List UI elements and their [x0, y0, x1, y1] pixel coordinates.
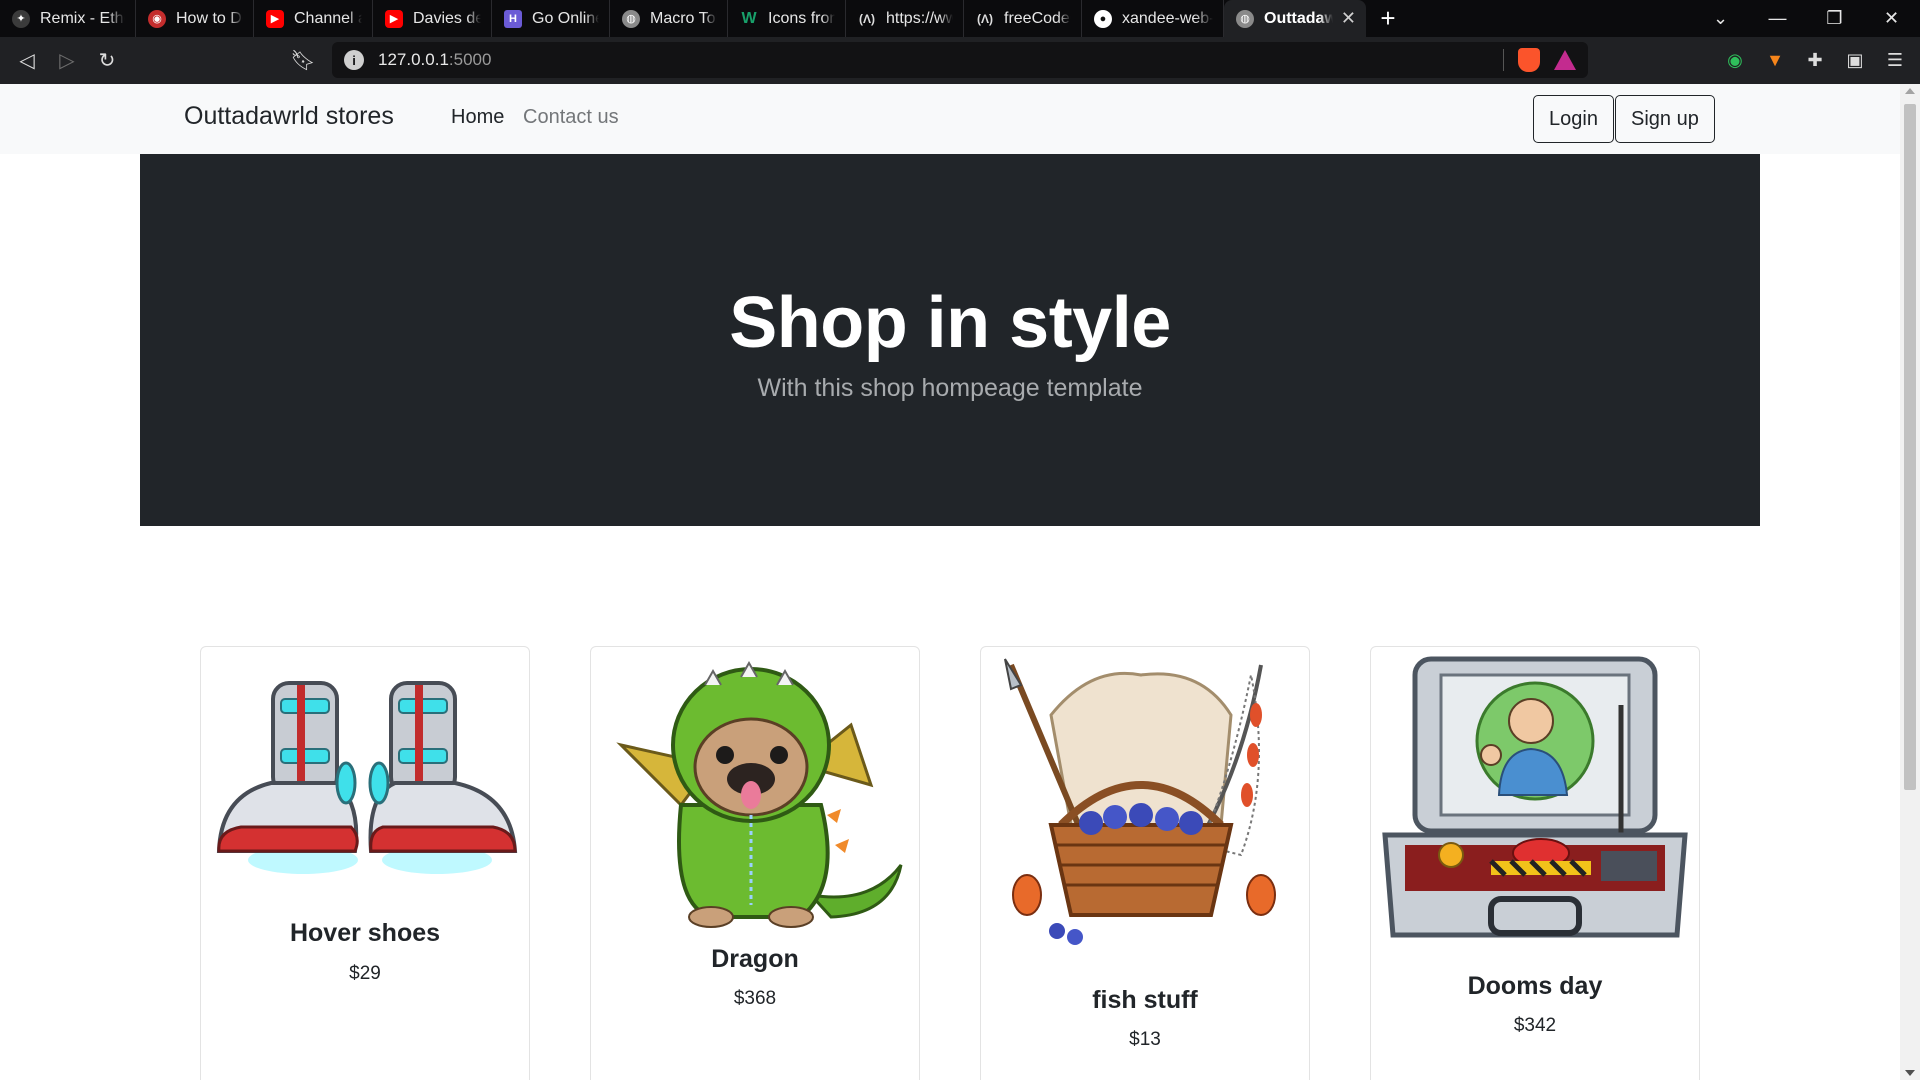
- youtube-icon: ▶: [385, 9, 403, 28]
- browser-tab[interactable]: W Icons from Font: [728, 0, 846, 37]
- site-info-icon[interactable]: i: [344, 50, 364, 70]
- product-name[interactable]: Dragon: [591, 945, 919, 974]
- brave-rewards-icon[interactable]: [1554, 50, 1576, 70]
- youtube-icon: ▶: [266, 9, 284, 28]
- metamask-icon[interactable]: ▼: [1764, 50, 1786, 72]
- product-card[interactable]: fish stuff $13: [980, 646, 1310, 1080]
- doomsday-case-image: [1382, 656, 1688, 938]
- hero-title: Shop in style: [729, 283, 1171, 363]
- scrollbar-thumb[interactable]: [1904, 104, 1916, 790]
- menu-icon[interactable]: ☰: [1884, 50, 1906, 72]
- fish-basket-image: [1004, 658, 1276, 945]
- brand-icon: H: [504, 9, 522, 28]
- browser-tab[interactable]: ◍ Macro Token: H: [610, 0, 728, 37]
- site-navbar: Outtadawrld stores Home Contact us Login…: [0, 84, 1900, 154]
- browser-tab[interactable]: (Λ) https://www.fr: [846, 0, 964, 37]
- reload-button[interactable]: ↻: [87, 41, 127, 81]
- hero-subtitle: With this shop hompeage template: [757, 374, 1143, 402]
- scroll-up-arrow-icon[interactable]: [1905, 88, 1915, 94]
- nav-link-contact[interactable]: Contact us: [523, 106, 619, 129]
- product-name[interactable]: Hover shoes: [201, 919, 529, 948]
- freecodecamp-icon: (Λ): [859, 11, 875, 26]
- extensions-puzzle-icon[interactable]: ✚: [1804, 50, 1826, 72]
- tab-search-chevron-icon[interactable]: ⌄: [1692, 0, 1749, 37]
- deploy-icon: ◉: [148, 9, 166, 28]
- product-price: $29: [349, 963, 381, 984]
- address-bar[interactable]: i 127.0.0.1:5000: [332, 42, 1588, 78]
- url-text[interactable]: 127.0.0.1:5000: [378, 50, 491, 70]
- globe-icon: ◍: [622, 9, 640, 28]
- close-window-button[interactable]: ✕: [1863, 0, 1920, 37]
- close-tab-icon[interactable]: ✕: [1341, 8, 1356, 29]
- scroll-down-arrow-icon[interactable]: [1905, 1070, 1915, 1076]
- github-icon: ●: [1094, 9, 1112, 28]
- signup-button[interactable]: Sign up: [1615, 95, 1715, 143]
- browser-tab-strip: ✦ Remix - Ethereum ◉ How to Deploy ▶ Cha…: [0, 0, 1920, 37]
- browser-tab-active[interactable]: ◍ Outtadawrld ✕: [1224, 0, 1366, 37]
- browser-tab[interactable]: ▶ Channel analytics: [254, 0, 373, 37]
- browser-toolbar: ◁ ▷ ↻ 🔖︎ i 127.0.0.1:5000 ◉ ▼ ✚ ▣ ☰: [0, 37, 1920, 84]
- address-divider: [1503, 49, 1504, 71]
- product-name[interactable]: fish stuff: [981, 986, 1309, 1015]
- restore-button[interactable]: ❐: [1806, 0, 1863, 37]
- remix-icon: ✦: [12, 9, 30, 28]
- hero-banner: Shop in style With this shop hompeage te…: [140, 154, 1760, 526]
- browser-tab[interactable]: ✦ Remix - Ethereum: [0, 0, 136, 37]
- wallet-icon[interactable]: ▣: [1844, 50, 1866, 72]
- back-button[interactable]: ◁: [7, 41, 47, 81]
- product-price: $13: [1129, 1029, 1161, 1050]
- browser-tab[interactable]: ▶ Davies dev - YouTube: [373, 0, 492, 37]
- bookmark-icon[interactable]: 🔖︎: [283, 41, 323, 81]
- product-name[interactable]: Dooms day: [1371, 972, 1699, 1001]
- w-icon: W: [741, 9, 757, 27]
- brand-link[interactable]: Outtadawrld stores: [184, 102, 394, 131]
- new-tab-button[interactable]: +: [1366, 3, 1410, 34]
- login-button[interactable]: Login: [1533, 95, 1614, 143]
- extension-icon[interactable]: ◉: [1724, 50, 1746, 72]
- globe-icon: ◍: [1236, 9, 1254, 28]
- product-card[interactable]: Hover shoes $29: [200, 646, 530, 1080]
- nav-link-home[interactable]: Home: [451, 106, 504, 129]
- page-scrollbar[interactable]: [1900, 84, 1920, 1080]
- pug-dragon-image: [616, 660, 903, 928]
- brave-shields-icon[interactable]: [1518, 48, 1540, 72]
- freecodecamp-icon: (Λ): [977, 11, 993, 26]
- page-viewport: Outtadawrld stores Home Contact us Login…: [0, 84, 1900, 1080]
- minimize-button[interactable]: —: [1749, 0, 1806, 37]
- product-price: $342: [1513, 1015, 1557, 1036]
- browser-tab[interactable]: ● xandee-web-p: [1082, 0, 1224, 37]
- product-price: $368: [733, 988, 777, 1009]
- browser-tab[interactable]: ◉ How to Deploy: [136, 0, 254, 37]
- browser-tab[interactable]: H Go Online With: [492, 0, 610, 37]
- forward-button[interactable]: ▷: [47, 41, 87, 81]
- hover-shoes-image: [216, 681, 518, 874]
- browser-tab[interactable]: (Λ) freeCodeCamp: [964, 0, 1082, 37]
- product-card[interactable]: Dragon $368: [590, 646, 920, 1080]
- product-card[interactable]: Dooms day $342: [1370, 646, 1700, 1080]
